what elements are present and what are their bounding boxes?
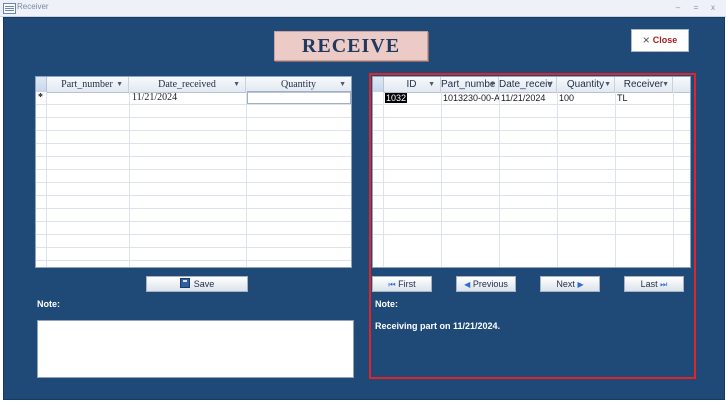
left-note-label: Note: (37, 299, 60, 309)
receive-entry-grid[interactable]: Part_number ▼ Date_received ▼ Quantity ▼ * … (35, 76, 352, 268)
empty-row (36, 248, 351, 261)
chevron-down-icon[interactable]: ▼ (116, 77, 123, 92)
quantity-cell[interactable] (247, 91, 351, 104)
empty-row (36, 144, 351, 157)
col-header-label: Quantity (281, 79, 316, 90)
close-icon: × (642, 33, 650, 47)
receiver-window: Receiver – = x RECEIVE × Close Part_numbe… (0, 0, 726, 402)
restore-button[interactable]: = (689, 2, 703, 14)
empty-row (36, 196, 351, 209)
page-title: RECEIVE (274, 31, 428, 61)
col-header-label: Part_number (61, 79, 113, 90)
note-input[interactable] (37, 320, 354, 378)
close-button-label: Close (652, 35, 678, 45)
empty-row (36, 131, 351, 144)
empty-row (36, 235, 351, 248)
new-record-marker: * (38, 92, 43, 103)
empty-row (36, 157, 351, 170)
empty-row (36, 222, 351, 235)
col-header-date-received[interactable]: Date_received ▼ (129, 77, 246, 92)
table-row[interactable]: * 11/21/2024 (36, 91, 351, 105)
save-button[interactable]: Save (146, 276, 248, 292)
empty-row (36, 118, 351, 131)
highlight-frame (369, 73, 696, 379)
col-header-label: Date_received (158, 79, 216, 90)
empty-row (36, 183, 351, 196)
date-received-cell[interactable]: 11/21/2024 (132, 92, 244, 104)
save-button-label: Save (193, 279, 215, 289)
empty-row (36, 105, 351, 118)
chevron-down-icon[interactable]: ▼ (233, 77, 240, 92)
chevron-down-icon[interactable]: ▼ (339, 77, 346, 92)
title-bar: Receiver – = x (0, 0, 726, 17)
window-title: Receiver (17, 2, 49, 11)
minimize-button[interactable]: – (671, 2, 685, 14)
form-icon (3, 3, 16, 14)
window-close-button[interactable]: x (706, 2, 720, 14)
close-button[interactable]: × Close (631, 29, 689, 52)
empty-row (36, 170, 351, 183)
col-header-quantity[interactable]: Quantity ▼ (246, 77, 351, 92)
save-icon (179, 278, 190, 288)
empty-row (36, 209, 351, 222)
col-header-part-number[interactable]: Part_number ▼ (46, 77, 129, 92)
